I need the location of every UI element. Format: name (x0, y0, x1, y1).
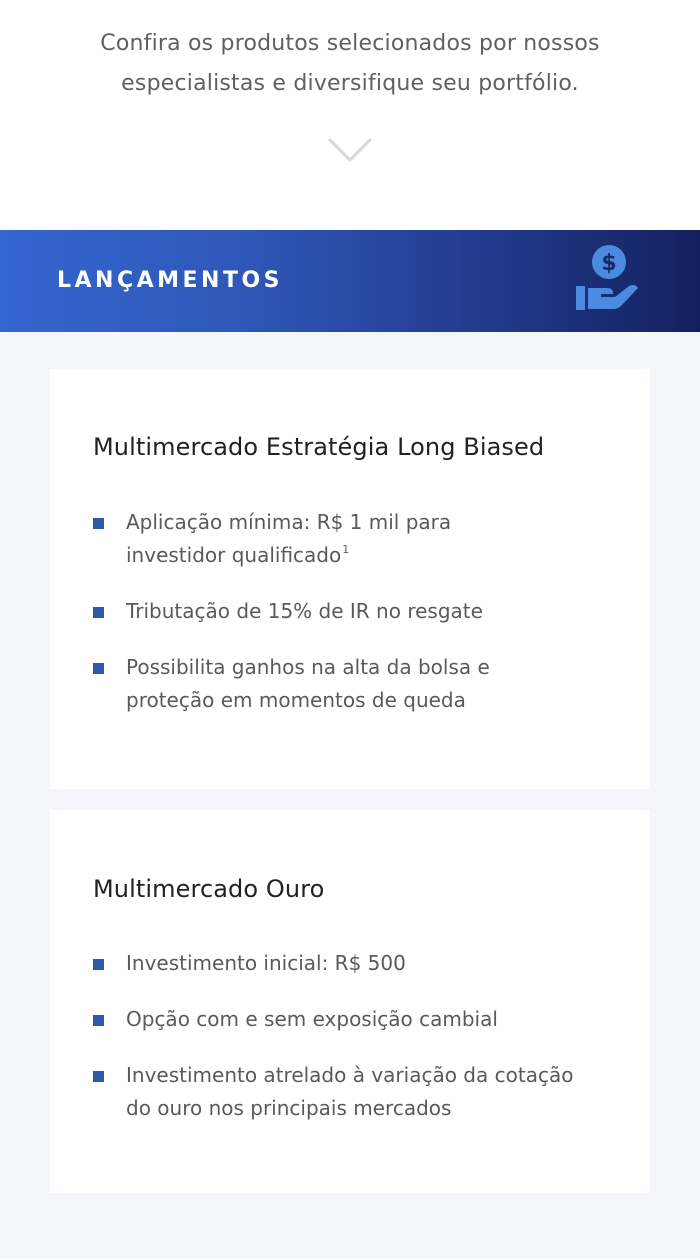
bullet-square-icon (93, 1015, 104, 1026)
chevron-down-icon[interactable] (327, 136, 373, 164)
feature-line-1: Investimento inicial: R$ 500 (126, 951, 406, 975)
product-card-long-biased: Multimercado Estratégia Long Biased Apli… (50, 369, 650, 789)
bullet-square-icon (93, 1071, 104, 1082)
card-title: Multimercado Ouro (93, 875, 325, 903)
banner-title: LANÇAMENTOS (57, 268, 284, 293)
card-title: Multimercado Estratégia Long Biased (93, 433, 545, 461)
bullet-square-icon (93, 959, 104, 970)
intro-text: Confira os produtos selecionados por nos… (0, 24, 700, 104)
feature-line-1: Aplicação mínima: R$ 1 mil para (126, 510, 452, 534)
bullet-square-icon (93, 663, 104, 674)
footnote-marker: 1 (342, 543, 350, 556)
product-card-ouro: Multimercado Ouro Investimento inicial: … (50, 810, 650, 1193)
feature-line-1: Opção com e sem exposição cambial (126, 1007, 498, 1031)
feature-item: Opção com e sem exposição cambial (93, 1003, 613, 1036)
bullet-square-icon (93, 518, 104, 529)
feature-item: Tributação de 15% de IR no resgate (93, 595, 613, 628)
launches-banner: LANÇAMENTOS $ (0, 230, 700, 332)
feature-list: Investimento inicial: R$ 500 Opção com e… (93, 947, 613, 1148)
hand-coin-dollar-icon: $ (576, 245, 638, 310)
intro-line-2: especialistas e diversifique seu portfól… (121, 71, 579, 96)
svg-text:$: $ (601, 251, 616, 276)
feature-item: Aplicação mínima: R$ 1 mil para investid… (93, 506, 613, 572)
feature-list: Aplicação mínima: R$ 1 mil para investid… (93, 506, 613, 740)
feature-line-2: do ouro nos principais mercados (126, 1096, 452, 1120)
feature-line-2: proteção em momentos de queda (126, 688, 466, 712)
intro-section: Confira os produtos selecionados por nos… (0, 0, 700, 230)
feature-line-1: Investimento atrelado à variação da cota… (126, 1063, 574, 1087)
feature-item: Investimento inicial: R$ 500 (93, 947, 613, 980)
feature-item: Possibilita ganhos na alta da bolsa e pr… (93, 651, 613, 717)
product-list: Multimercado Estratégia Long Biased Apli… (0, 332, 700, 1193)
feature-line-2: investidor qualificado (126, 543, 342, 567)
bullet-square-icon (93, 607, 104, 618)
feature-line-1: Possibilita ganhos na alta da bolsa e (126, 655, 490, 679)
feature-line-1: Tributação de 15% de IR no resgate (126, 599, 483, 623)
intro-line-1: Confira os produtos selecionados por nos… (100, 31, 600, 56)
feature-item: Investimento atrelado à variação da cota… (93, 1059, 613, 1125)
